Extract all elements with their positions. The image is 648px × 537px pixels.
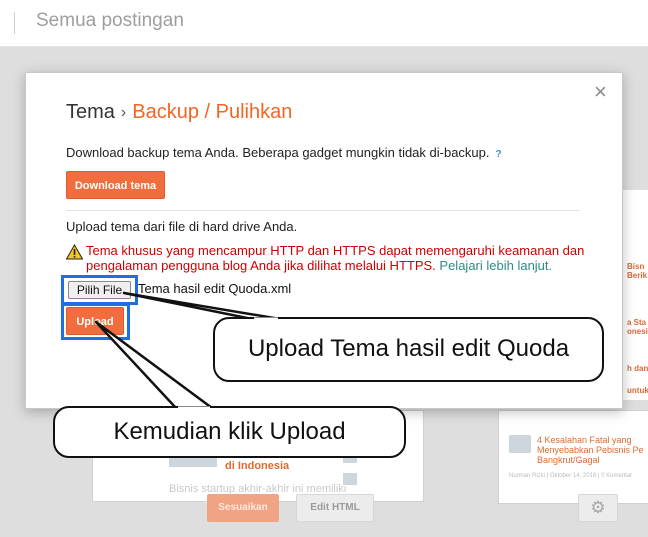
callout-pointer-caps bbox=[178, 317, 278, 410]
